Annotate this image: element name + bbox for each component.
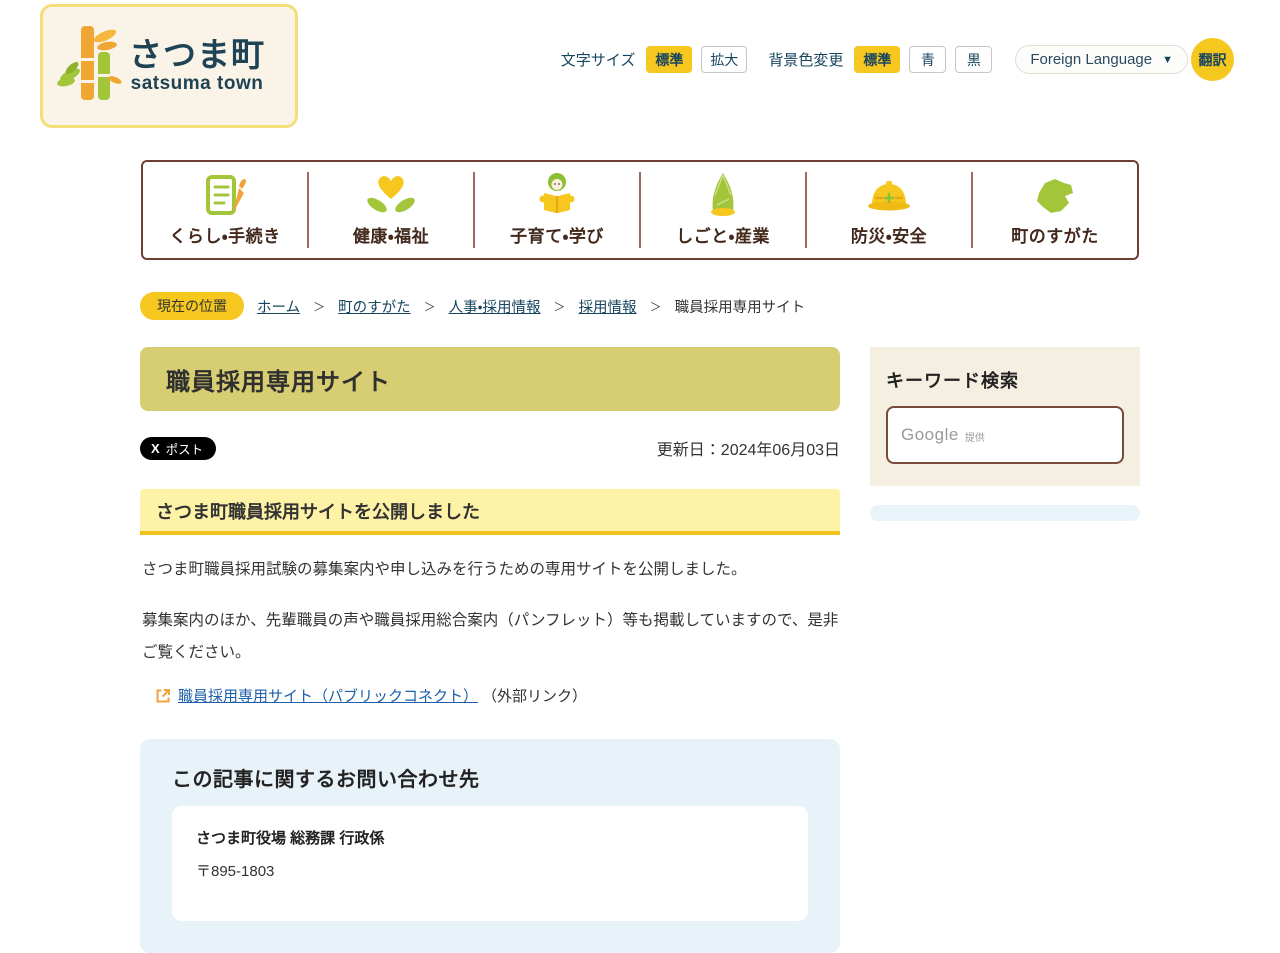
accessibility-controls: 文字サイズ 標準 拡大 背景色変更 標準 青 黒 Foreign Languag… bbox=[561, 38, 1234, 81]
page-title-bar: 職員採用専用サイト bbox=[140, 347, 840, 411]
logo-title: さつま町 bbox=[129, 35, 265, 73]
article-paragraph: さつま町職員採用試験の募集案内や申し込みを行うための専用サイトを公開しました。 bbox=[142, 561, 747, 578]
nav-item-label: 町のすがた bbox=[1011, 227, 1099, 246]
x-post-label: ポスト bbox=[165, 442, 204, 457]
x-logo-icon: X bbox=[151, 440, 160, 456]
logo-subtitle: satsuma town bbox=[130, 73, 264, 95]
nav-item-label: くらし・手続き bbox=[169, 227, 281, 246]
section-heading: さつま町職員採用サイトを公開しました bbox=[140, 489, 840, 535]
bamboo-shoot-icon bbox=[701, 173, 745, 217]
nav-item-kurashi[interactable]: くらし・手続き bbox=[143, 162, 307, 258]
breadcrumb: 現在の位置 ホーム ＞ 町のすがた ＞ 人事・採用情報 ＞ 採用情報 ＞ 職員採… bbox=[140, 292, 1280, 320]
article-content: 職員採用専用サイト X ポスト 更新日：2024年06月03日 さつま町職員採用… bbox=[140, 347, 840, 953]
x-post-button[interactable]: X ポスト bbox=[140, 436, 217, 460]
breadcrumb-home-link[interactable]: ホーム bbox=[257, 296, 300, 317]
contact-card: さつま町役場 総務課 行政係 〒895-1803 bbox=[172, 806, 808, 922]
breadcrumb-separator: ＞ bbox=[423, 299, 436, 314]
nav-item-machi[interactable]: 町のすがた bbox=[973, 162, 1137, 258]
bg-color-label: 背景色変更 bbox=[768, 52, 844, 69]
google-provided-label: 提供 bbox=[964, 433, 985, 444]
font-size-large-button[interactable]: 拡大 bbox=[701, 46, 748, 73]
external-link-icon bbox=[154, 687, 172, 705]
breadcrumb-separator: ＞ bbox=[649, 299, 662, 314]
sidebar: キーワード検索 Google 提供 bbox=[870, 347, 1140, 521]
page-title: 職員採用専用サイト bbox=[166, 368, 391, 396]
nav-item-kosodate[interactable]: 子育て・学び bbox=[475, 162, 639, 258]
contact-title: この記事に関するお問い合わせ先 bbox=[172, 769, 480, 792]
helmet-icon bbox=[864, 173, 914, 217]
heart-hands-icon bbox=[366, 173, 416, 217]
keyword-search-title: キーワード検索 bbox=[886, 371, 1019, 391]
keyword-search-input[interactable]: Google 提供 bbox=[886, 406, 1124, 464]
sidebar-section-strip bbox=[870, 505, 1140, 521]
town-map-icon bbox=[1031, 173, 1079, 217]
external-link-row: 職員採用専用サイト（パブリックコネクト） （外部リンク） bbox=[154, 685, 840, 706]
nav-item-label: 子育て・学び bbox=[510, 227, 604, 246]
bg-color-blue-button[interactable]: 青 bbox=[909, 46, 947, 73]
breadcrumb-separator: ＞ bbox=[313, 299, 326, 314]
contact-box: この記事に関するお問い合わせ先 さつま町役場 総務課 行政係 〒895-1803 bbox=[140, 739, 840, 953]
bamboo-logo-icon bbox=[57, 18, 123, 115]
chevron-down-icon: ▼ bbox=[1162, 53, 1173, 66]
font-size-label: 文字サイズ bbox=[560, 52, 636, 69]
nav-item-shigoto[interactable]: しごと・産業 bbox=[641, 162, 805, 258]
nav-item-label: 健康・福祉 bbox=[352, 227, 430, 246]
bg-color-black-button[interactable]: 黒 bbox=[955, 46, 993, 73]
breadcrumb-current-page: 職員採用専用サイト bbox=[674, 299, 806, 316]
breadcrumb-location-badge: 現在の位置 bbox=[140, 292, 244, 320]
nav-item-label: しごと・産業 bbox=[676, 227, 770, 246]
translate-button[interactable]: 翻訳 bbox=[1191, 38, 1234, 81]
external-link-suffix: （外部リンク） bbox=[482, 688, 588, 706]
language-group: Foreign Language ▼ 翻訳 bbox=[1015, 38, 1234, 81]
nav-item-kenko[interactable]: 健康・福祉 bbox=[309, 162, 473, 258]
breadcrumb-saiyo-link[interactable]: 採用情報 bbox=[579, 296, 637, 317]
contact-office: さつま町役場 総務課 行政係 bbox=[196, 830, 385, 848]
breadcrumb-separator: ＞ bbox=[553, 299, 566, 314]
recruitment-site-link[interactable]: 職員採用専用サイト（パブリックコネクト） bbox=[178, 685, 478, 706]
site-header: さつま町 satsuma town 文字サイズ 標準 拡大 背景色変更 標準 青… bbox=[0, 0, 1280, 160]
global-nav: くらし・手続き 健康・福祉 子育て・学び しごと・産業 防災・安全 町のすがた bbox=[141, 160, 1139, 260]
bg-color-standard-button[interactable]: 標準 bbox=[854, 46, 901, 73]
site-logo[interactable]: さつま町 satsuma town bbox=[40, 4, 298, 128]
breadcrumb-jinji-link[interactable]: 人事・採用情報 bbox=[449, 296, 541, 317]
document-pen-icon bbox=[202, 173, 248, 217]
main-layout: 職員採用専用サイト X ポスト 更新日：2024年06月03日 さつま町職員採用… bbox=[140, 347, 1140, 953]
logo-text: さつま町 satsuma town bbox=[129, 35, 265, 95]
google-logo: Google bbox=[901, 425, 959, 444]
keyword-search-card: キーワード検索 Google 提供 bbox=[870, 347, 1140, 486]
breadcrumb-machi-link[interactable]: 町のすがた bbox=[338, 296, 411, 317]
article-paragraph: 募集案内のほか、先輩職員の声や職員採用総合案内（パンフレット）等も掲載しています… bbox=[142, 611, 839, 661]
nav-item-bosai[interactable]: 防災・安全 bbox=[807, 162, 971, 258]
contact-postal-code: 〒895-1803 bbox=[196, 863, 275, 881]
article-meta-row: X ポスト 更新日：2024年06月03日 bbox=[140, 436, 840, 460]
updated-date: 更新日：2024年06月03日 bbox=[656, 442, 840, 459]
foreign-language-dropdown[interactable]: Foreign Language ▼ bbox=[1015, 45, 1188, 74]
nav-item-label: 防災・安全 bbox=[850, 227, 928, 246]
child-reading-icon bbox=[534, 173, 580, 217]
font-size-standard-button[interactable]: 標準 bbox=[646, 46, 693, 73]
foreign-language-label: Foreign Language bbox=[1030, 51, 1153, 68]
